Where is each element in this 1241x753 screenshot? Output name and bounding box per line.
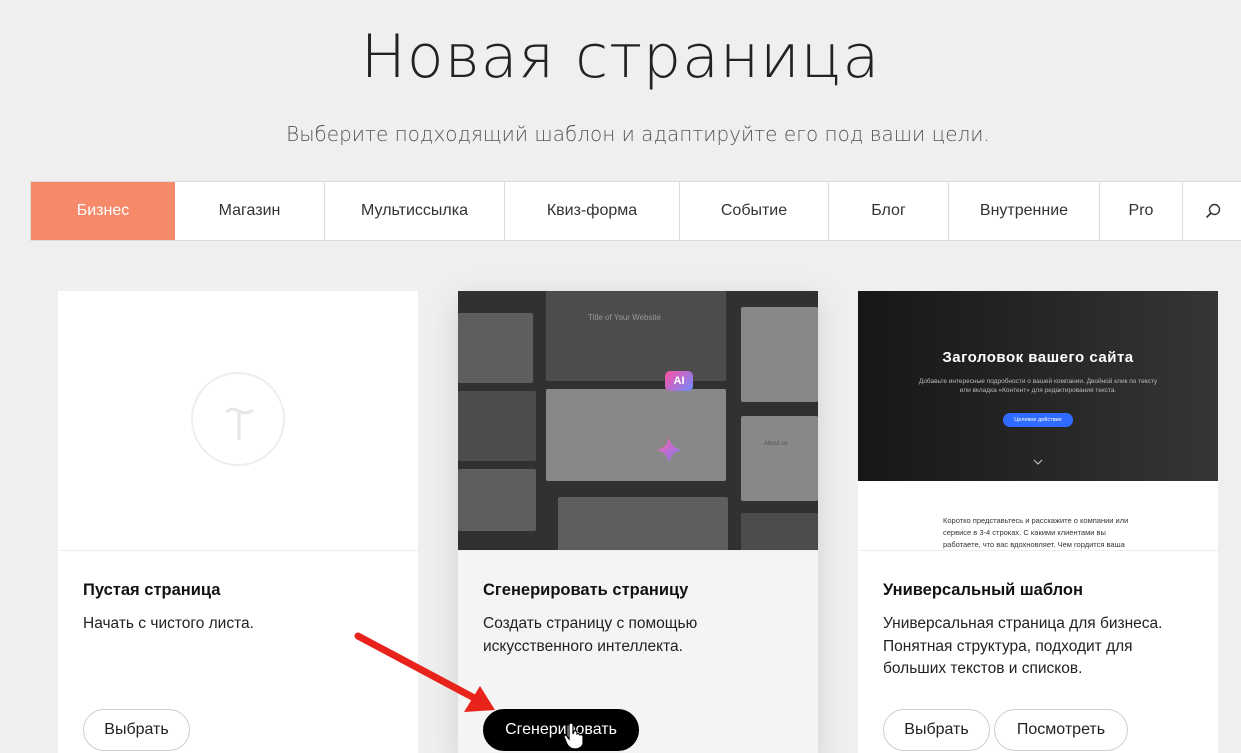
card-universal-template[interactable]: Заголовок вашего сайта Добавьте интересн… [858,291,1218,753]
card-title: Универсальный шаблон [883,581,1083,599]
preview-site-title: Title of Your Website [588,313,661,322]
card-title: Пустая страница [83,581,221,599]
ai-badge: AI [665,371,693,391]
preview-hero-title: Заголовок вашего сайта [942,349,1134,366]
search-button[interactable] [1183,182,1241,240]
preview-hero-button: Целевое действие [1003,413,1073,427]
tab-blog[interactable]: Блог [829,182,949,240]
sparkle-icon [656,437,682,463]
category-tabs: Бизнес Магазин Мультиссылка Квиз-форма С… [30,181,1241,241]
tab-shop[interactable]: Магазин [175,182,325,240]
card-generate-page[interactable]: Title of Your Website About us AI Сгенер… [458,291,818,753]
select-button[interactable]: Выбрать [83,709,190,751]
view-button[interactable]: Посмотреть [994,709,1128,751]
hand-cursor-icon [563,722,584,750]
page-title: Новая страница [360,22,881,92]
tab-pro[interactable]: Pro [1100,182,1183,240]
preview-hero-subtitle: Добавьте интересные подробности о вашей … [918,378,1158,394]
annotation-arrow-icon [354,632,495,712]
tab-business[interactable]: Бизнес [31,182,175,240]
tilda-logo-icon [191,372,285,466]
tab-multilink[interactable]: Мультиссылка [325,182,505,240]
card-preview-universal: Заголовок вашего сайта Добавьте интересн… [858,291,1218,551]
preview-body-text: Коротко представьтесь и расскажите о ком… [943,516,1129,549]
tab-quiz-form[interactable]: Квиз-форма [505,182,680,240]
card-description: Универсальная страница для бизнеса. Поня… [883,615,1163,677]
tab-event[interactable]: Событие [680,182,829,240]
chevron-down-icon [1033,459,1043,465]
card-title: Сгенерировать страницу [483,581,689,599]
search-icon [1205,203,1220,219]
card-preview-blank [58,291,418,551]
card-preview-ai: Title of Your Website About us AI [458,291,818,551]
page-subtitle: Выберите подходящий шаблон и адаптируйте… [286,122,990,146]
tab-internal[interactable]: Внутренние [949,182,1100,240]
preview-about: About us [764,441,788,447]
select-button[interactable]: Выбрать [883,709,990,751]
card-description: Создать страницу с помощью искусственног… [483,615,698,655]
